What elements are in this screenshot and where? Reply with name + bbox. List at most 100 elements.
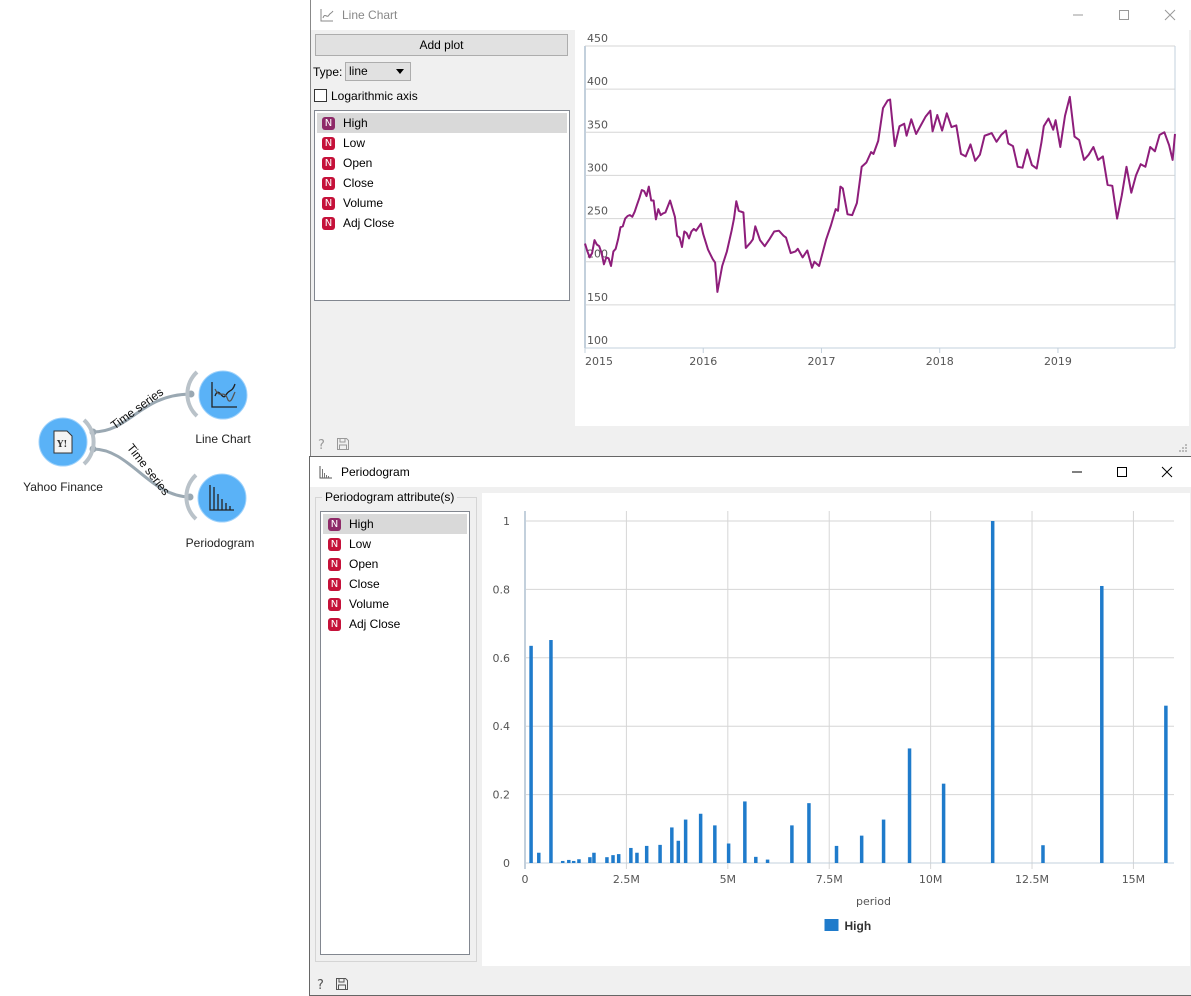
variable-item-adj-close[interactable]: N Adj Close [323, 614, 467, 634]
periodogram-bar[interactable] [743, 801, 747, 863]
node-label-line-chart: Line Chart [195, 432, 251, 446]
numeric-variable-icon: N [322, 116, 335, 130]
periodogram-bar[interactable] [549, 640, 553, 863]
x-tick-label: 12.5M [1015, 873, 1049, 886]
maximize-button[interactable] [1101, 0, 1147, 30]
save-icon[interactable] [335, 977, 349, 991]
periodogram-bar[interactable] [644, 845, 649, 863]
periodogram-bar[interactable] [881, 819, 886, 863]
groupbox-title: Periodogram attribute(s) [322, 490, 458, 504]
periodogram-bar[interactable] [560, 860, 565, 863]
variable-item-adj-close[interactable]: N Adj Close [317, 213, 567, 233]
y-tick-label: 0.6 [493, 652, 511, 665]
variable-list[interactable]: N High N Low N Open N Close N Volume N Adj Close [314, 110, 570, 301]
periodogram-window: Periodogram Periodogram attribute(s) N Hi… [309, 456, 1191, 996]
periodogram-bar[interactable] [834, 845, 839, 863]
close-icon [1161, 466, 1173, 478]
svg-text:Y!: Y! [56, 440, 67, 450]
line-plot-area[interactable]: 100 150 200 250 300 350 400 450 2015 2016 2017 2018… [575, 30, 1189, 426]
y-tick-label: 0.8 [493, 583, 511, 596]
node-label-periodogram: Periodogram [185, 536, 255, 550]
chevron-down-icon [396, 69, 404, 74]
periodogram-bar[interactable] [592, 852, 596, 863]
periodogram-bar[interactable] [1041, 845, 1045, 863]
save-icon[interactable] [336, 437, 350, 451]
line-chart-svg: 1001502002503003504004502015 2016 2017 2018… [584, 32, 1176, 368]
periodogram-bar[interactable] [658, 844, 662, 863]
periodogram-bar[interactable] [1100, 585, 1104, 863]
node-yahoo-finance[interactable]: Y! [38, 417, 88, 467]
periodogram-bar[interactable] [616, 854, 621, 863]
variable-name: Adj Close [349, 617, 401, 631]
variable-item-low[interactable]: N Low [317, 133, 567, 153]
periodogram-bar[interactable] [676, 840, 681, 863]
periodogram-bar[interactable] [754, 856, 758, 863]
numeric-variable-icon: N [322, 176, 335, 190]
periodogram-bar[interactable] [683, 819, 688, 863]
periodogram-bar[interactable] [990, 521, 995, 863]
numeric-variable-icon: N [322, 196, 335, 210]
variable-item-low[interactable]: N Low [323, 534, 467, 554]
periodogram-bar[interactable] [529, 645, 533, 863]
periodogram-bar[interactable] [567, 859, 571, 863]
periodogram-bar[interactable] [605, 857, 609, 863]
numeric-variable-icon: N [328, 537, 341, 551]
help-icon[interactable]: ? [316, 437, 330, 451]
variable-item-close[interactable]: N Close [323, 574, 467, 594]
periodogram-bar[interactable] [713, 825, 717, 863]
title-bar[interactable]: Line Chart [311, 0, 1191, 30]
periodogram-bar[interactable] [629, 847, 633, 863]
node-periodogram[interactable] [197, 473, 247, 523]
help-icon[interactable]: ? [315, 977, 329, 991]
close-button[interactable] [1147, 0, 1191, 30]
title-bar[interactable]: Periodogram [310, 457, 1191, 487]
periodogram-bar[interactable] [726, 843, 731, 863]
periodogram-bar[interactable] [807, 803, 811, 863]
y-tick-label: 400 [587, 75, 608, 88]
variable-item-open[interactable]: N Open [317, 153, 567, 173]
variable-name: Volume [349, 597, 390, 611]
attribute-list[interactable]: N High N Low N Open N Close N Volume N Adj Close [320, 511, 470, 955]
periodogram-bar[interactable] [698, 813, 703, 863]
type-combobox[interactable]: line [345, 62, 411, 81]
variable-item-high[interactable]: N High [323, 514, 467, 534]
periodogram-bar[interactable] [670, 827, 674, 863]
variable-item-close[interactable]: N Close [317, 173, 567, 193]
maximize-button[interactable] [1099, 457, 1145, 487]
variable-item-volume[interactable]: N Volume [323, 594, 467, 614]
minimize-button[interactable] [1055, 0, 1101, 30]
periodogram-bar[interactable] [611, 855, 615, 863]
add-plot-button[interactable]: Add plot [315, 34, 568, 56]
variable-item-volume[interactable]: N Volume [317, 193, 567, 213]
minimize-button[interactable] [1054, 457, 1100, 487]
periodogram-bar[interactable] [790, 825, 794, 863]
periodogram-chart-svg: 0 0.2 0.4 0.6 0.8 1 0 2.5M 5M 7.5M 10M 12.5M 15M peri… [493, 511, 1174, 933]
periodogram-bar[interactable] [1164, 705, 1168, 863]
close-button[interactable] [1144, 457, 1190, 487]
variable-item-open[interactable]: N Open [323, 554, 467, 574]
periodogram-bar[interactable] [859, 835, 864, 863]
close-icon [1164, 9, 1176, 21]
series-line-high[interactable] [584, 95, 1176, 293]
resize-grip-icon[interactable] [1178, 443, 1188, 453]
attribute-groupbox: Periodogram attribute(s) N High N Low N Open N… [315, 490, 477, 962]
periodogram-bar[interactable] [635, 852, 639, 863]
variable-name: Open [349, 557, 379, 571]
periodogram-bar[interactable] [577, 859, 581, 863]
node-label-yahoo-finance: Yahoo Finance [23, 480, 103, 494]
periodogram-bar[interactable] [571, 860, 576, 863]
periodogram-bar[interactable] [941, 783, 946, 863]
periodogram-bar[interactable] [537, 852, 541, 863]
workflow-canvas[interactable]: Y! Time series Time series Yahoo Finance… [0, 0, 310, 994]
node-line-chart[interactable] [198, 370, 248, 420]
log-axis-checkbox[interactable] [314, 89, 327, 102]
periodogram-bar[interactable] [588, 857, 592, 863]
y-tick-label: 300 [587, 161, 608, 174]
periodogram-plot-area[interactable]: 0 0.2 0.4 0.6 0.8 1 0 2.5M 5M 7.5M 10M 12.5M 15M peri… [482, 493, 1190, 966]
variable-item-high[interactable]: N High [317, 113, 567, 133]
periodogram-bar[interactable] [907, 748, 912, 863]
window-title: Periodogram [341, 465, 410, 479]
x-tick-label: 5M [720, 873, 737, 886]
variable-name: Close [349, 577, 380, 591]
periodogram-bar[interactable] [765, 859, 770, 863]
